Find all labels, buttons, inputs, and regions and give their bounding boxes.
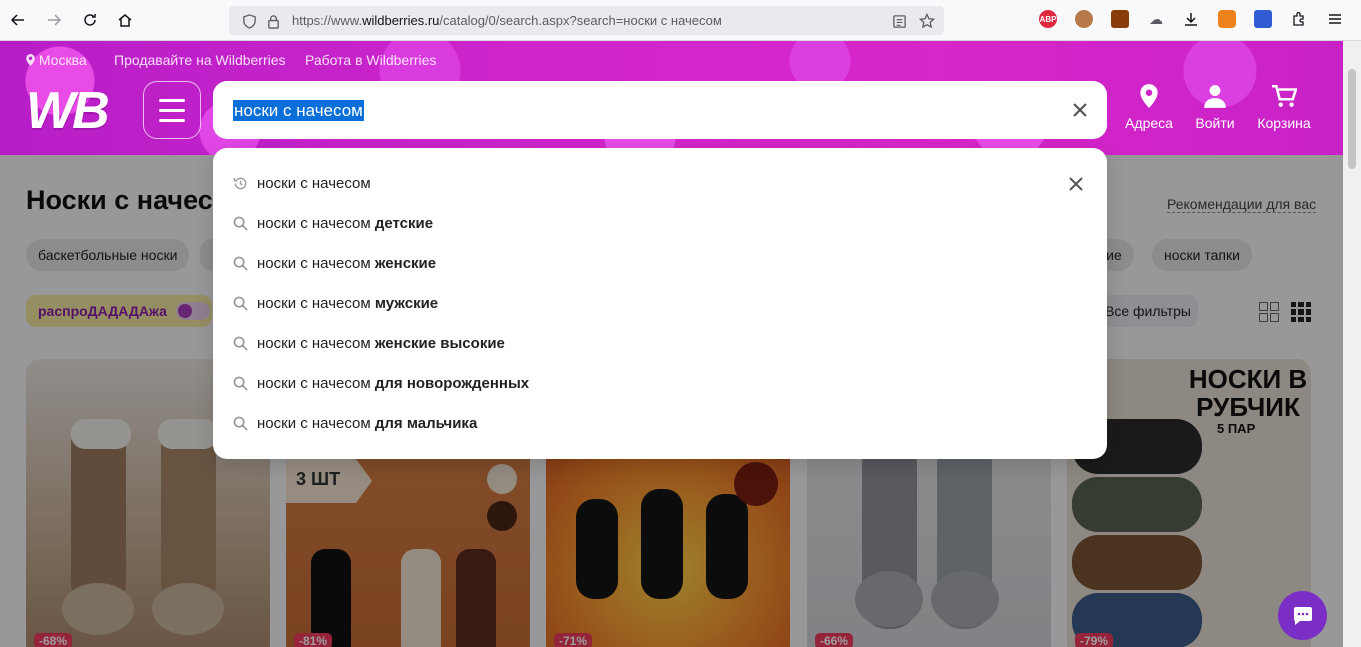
cart-label: Корзина (1257, 115, 1311, 131)
reader-view-icon[interactable] (891, 13, 907, 29)
search-icon (233, 376, 248, 391)
user-icon (1204, 85, 1226, 108)
location-pin-icon (26, 53, 35, 66)
search-icon (233, 296, 248, 311)
remove-history-icon[interactable] (1069, 177, 1083, 191)
bookmark-star-icon[interactable] (919, 13, 935, 29)
suggestion-item[interactable]: носки с начесом женские высокие (213, 324, 1107, 364)
suggestion-text: носки с начесом мужские (257, 295, 439, 312)
jobs-link[interactable]: Работа в Wildberries (305, 52, 436, 68)
search-icon (233, 336, 248, 351)
hamburger-icon (159, 98, 185, 102)
search-input[interactable]: носки с начесом (213, 81, 1107, 139)
cart-button[interactable]: Корзина (1249, 81, 1319, 131)
search-icon (233, 216, 248, 231)
url-text: https://www.wildberries.ru/catalog/0/sea… (292, 13, 722, 28)
address-bar[interactable]: https://www.wildberries.ru/catalog/0/sea… (229, 6, 944, 35)
extension-cursor-icon[interactable] (1254, 10, 1272, 28)
wb-logo[interactable]: WB (26, 85, 110, 137)
reload-icon[interactable] (78, 8, 102, 32)
suggestion-text: носки с начесом для мальчика (257, 415, 478, 432)
search-icon (233, 416, 248, 431)
clear-search-icon[interactable] (1071, 101, 1089, 119)
scrollbar-thumb[interactable] (1348, 69, 1356, 169)
city-label: Москва (38, 52, 87, 68)
catalog-menu-button[interactable] (143, 81, 201, 139)
extension-icon[interactable] (1111, 10, 1129, 28)
search-query-text: носки с начесом (233, 100, 364, 121)
suggestion-item[interactable]: носки с начесом женские (213, 244, 1107, 284)
cart-icon (1272, 84, 1297, 107)
lock-icon[interactable] (265, 13, 281, 29)
shield-icon[interactable] (241, 13, 257, 29)
downloads-icon[interactable] (1182, 10, 1200, 28)
addresses-button[interactable]: Адреса (1114, 81, 1184, 131)
suggestion-text: носки с начесом женские (257, 255, 437, 272)
login-label: Войти (1195, 115, 1235, 131)
forward-icon[interactable] (42, 8, 66, 32)
app-menu-icon[interactable] (1326, 10, 1344, 28)
login-button[interactable]: Войти (1180, 81, 1250, 131)
suggestion-text: носки с начесом женские высокие (257, 335, 505, 352)
site-header: Москва Продавайте на Wildberries Работа … (0, 41, 1343, 155)
suggestion-text: носки с начесом детские (257, 215, 434, 232)
suggestion-item[interactable]: носки с начесом детские (213, 204, 1107, 244)
addresses-label: Адреса (1125, 115, 1173, 131)
home-icon[interactable] (113, 8, 137, 32)
chat-support-button[interactable] (1278, 591, 1327, 640)
browser-toolbar: https://www.wildberries.ru/catalog/0/sea… (0, 0, 1361, 41)
search-icon (233, 256, 248, 271)
metamask-icon[interactable] (1218, 10, 1236, 28)
back-icon[interactable] (6, 8, 30, 32)
suggestion-item[interactable]: носки с начесом мужские (213, 284, 1107, 324)
map-pin-icon (1140, 84, 1158, 108)
search-suggestions: носки с начесом носки с начесом детские … (213, 148, 1107, 459)
page-scrollbar[interactable] (1343, 41, 1361, 647)
extensions-puzzle-icon[interactable] (1290, 10, 1308, 28)
chat-bubble-icon (1293, 606, 1312, 625)
vpn-extension-icon[interactable]: ☁ (1147, 10, 1165, 28)
cookie-extension-icon[interactable] (1075, 10, 1093, 28)
suggestion-text: носки с начесом (257, 175, 371, 192)
suggestion-item[interactable]: носки с начесом для новорожденных (213, 364, 1107, 404)
city-selector[interactable]: Москва (26, 52, 87, 68)
adblock-icon[interactable]: ABP (1039, 10, 1057, 28)
suggestion-text: носки с начесом для новорожденных (257, 375, 530, 392)
sell-on-wb-link[interactable]: Продавайте на Wildberries (114, 52, 286, 68)
history-clock-icon (233, 176, 248, 191)
suggestion-history-item[interactable]: носки с начесом (213, 164, 1107, 204)
suggestion-item[interactable]: носки с начесом для мальчика (213, 404, 1107, 444)
